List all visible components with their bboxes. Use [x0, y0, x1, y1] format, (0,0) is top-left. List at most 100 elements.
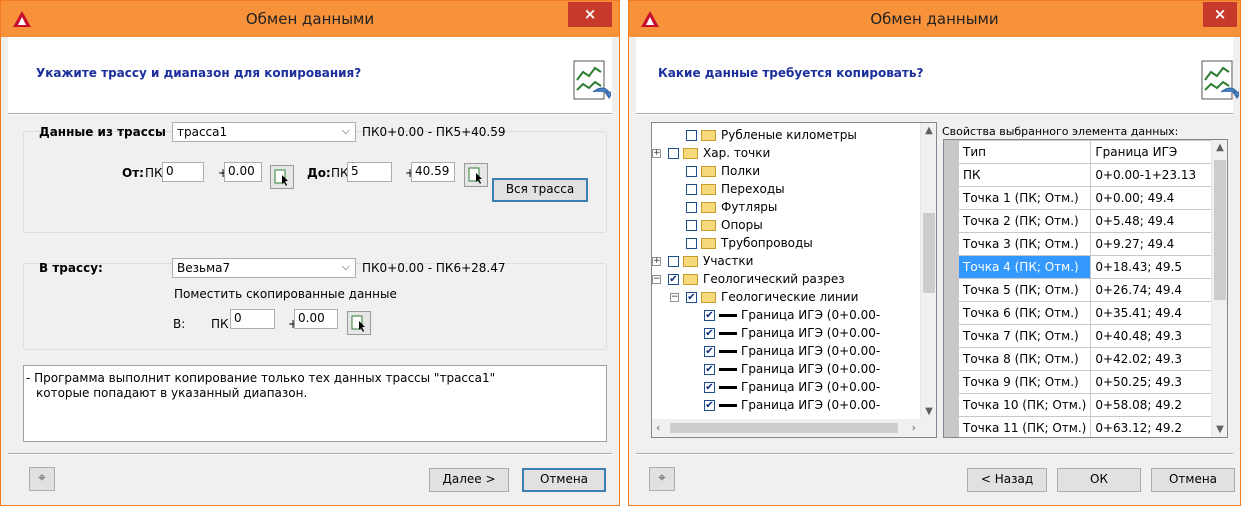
- tree-item[interactable]: ✔ Граница ИГЭ (0+0.00-: [652, 396, 916, 414]
- scroll-down-icon[interactable]: ▼: [1212, 424, 1227, 435]
- collapse-icon[interactable]: −: [670, 293, 679, 302]
- grid-vscroll[interactable]: ▲ ▼: [1211, 140, 1227, 437]
- collapse-icon[interactable]: −: [652, 275, 661, 284]
- tree-item[interactable]: Полки: [652, 162, 916, 180]
- tree-vscroll[interactable]: ▲ ▼: [920, 123, 936, 419]
- table-cell[interactable]: 0+18.43; 49.5: [1090, 255, 1213, 279]
- table-cell[interactable]: 0+5.48; 49.4: [1090, 209, 1213, 233]
- tree-checkbox[interactable]: [686, 166, 697, 177]
- pin-button[interactable]: ⌖: [29, 467, 55, 491]
- tree-item[interactable]: ✔ Граница ИГЭ (0+0.00-: [652, 342, 916, 360]
- table-row[interactable]: Точка 2 (ПК; Отм.) 0+5.48; 49.4: [957, 209, 1213, 233]
- tree-checkbox[interactable]: ✔: [704, 382, 715, 393]
- table-cell[interactable]: 0+42.02; 49.3: [1090, 347, 1213, 371]
- pick-target-button[interactable]: [347, 311, 371, 335]
- tree-checkbox[interactable]: [686, 184, 697, 195]
- table-cell[interactable]: 0+40.48; 49.3: [1090, 324, 1213, 348]
- column-header[interactable]: Тип: [957, 140, 1092, 164]
- table-cell[interactable]: ПК: [957, 163, 1092, 187]
- source-route-combo[interactable]: трасса1 ⌵: [172, 122, 356, 142]
- scroll-up-icon[interactable]: ▲: [921, 125, 936, 136]
- tree-item[interactable]: Опоры: [652, 216, 916, 234]
- table-row[interactable]: Точка 4 (ПК; Отм.) 0+18.43; 49.5: [957, 255, 1213, 279]
- table-row[interactable]: Точка 9 (ПК; Отм.) 0+50.25; 49.3: [957, 370, 1213, 394]
- to-pk-input[interactable]: 5: [347, 162, 392, 182]
- table-cell[interactable]: Точка 1 (ПК; Отм.): [957, 186, 1092, 210]
- expand-icon[interactable]: +: [652, 149, 661, 158]
- tree-checkbox[interactable]: [668, 256, 679, 267]
- tree-item[interactable]: Трубопроводы: [652, 234, 916, 252]
- target-offset-input[interactable]: 0.00: [294, 309, 338, 329]
- table-cell[interactable]: 0+35.41; 49.4: [1090, 301, 1213, 325]
- table-cell[interactable]: 0+0.00-1+23.13: [1090, 163, 1213, 187]
- scroll-down-icon[interactable]: ▼: [921, 406, 936, 417]
- data-tree[interactable]: Рубленые километры + Хар. точки Полки Перехо…: [651, 122, 937, 438]
- scroll-thumb[interactable]: [923, 213, 935, 293]
- tree-checkbox[interactable]: [686, 130, 697, 141]
- table-cell[interactable]: Точка 11 (ПК; Отм.): [957, 416, 1092, 437]
- tree-checkbox[interactable]: [668, 148, 679, 159]
- close-button[interactable]: ×: [568, 2, 612, 27]
- pin-button[interactable]: ⌖: [649, 467, 675, 491]
- target-pk-input[interactable]: 0: [230, 309, 275, 329]
- expand-icon[interactable]: +: [652, 257, 661, 266]
- cancel-button[interactable]: Отмена: [1151, 468, 1235, 492]
- table-cell[interactable]: 0+63.12; 49.2: [1090, 416, 1213, 437]
- tree-checkbox[interactable]: [686, 202, 697, 213]
- tree-checkbox[interactable]: ✔: [704, 364, 715, 375]
- cancel-button[interactable]: Отмена: [522, 468, 606, 492]
- properties-grid[interactable]: Тип Граница ИГЭ ПК 0+0.00-1+23.13 Точка 1 (П…: [943, 139, 1228, 438]
- tree-item[interactable]: Переходы: [652, 180, 916, 198]
- table-cell[interactable]: Точка 4 (ПК; Отм.): [957, 255, 1092, 279]
- tree-item[interactable]: Футляры: [652, 198, 916, 216]
- table-row[interactable]: Точка 7 (ПК; Отм.) 0+40.48; 49.3: [957, 324, 1213, 348]
- tree-checkbox[interactable]: ✔: [704, 346, 715, 357]
- tree-item[interactable]: + Участки: [652, 252, 916, 270]
- scroll-thumb[interactable]: [1214, 160, 1226, 300]
- tree-hscroll[interactable]: ‹ ›: [652, 419, 936, 437]
- table-row[interactable]: Точка 5 (ПК; Отм.) 0+26.74; 49.4: [957, 278, 1213, 302]
- tree-item[interactable]: + Хар. точки: [652, 144, 916, 162]
- table-cell[interactable]: Точка 7 (ПК; Отм.): [957, 324, 1092, 348]
- table-cell[interactable]: Точка 9 (ПК; Отм.): [957, 370, 1092, 394]
- tree-item[interactable]: − ✔ Геологический разрез: [652, 270, 916, 288]
- hscroll-thumb[interactable]: [670, 423, 898, 433]
- tree-checkbox[interactable]: ✔: [704, 400, 715, 411]
- table-cell[interactable]: 0+0.00; 49.4: [1090, 186, 1213, 210]
- table-row[interactable]: Точка 3 (ПК; Отм.) 0+9.27; 49.4: [957, 232, 1213, 256]
- tree-checkbox[interactable]: [686, 238, 697, 249]
- pick-from-button[interactable]: [270, 165, 294, 189]
- tree-item[interactable]: ✔ Граница ИГЭ (0+0.00-: [652, 378, 916, 396]
- scroll-left-icon[interactable]: ‹: [656, 421, 660, 434]
- target-route-combo[interactable]: Везьма7 ⌵: [172, 258, 356, 278]
- table-cell[interactable]: 0+26.74; 49.4: [1090, 278, 1213, 302]
- tree-item[interactable]: − ✔ Геологические линии: [652, 288, 916, 306]
- scroll-right-icon[interactable]: ›: [912, 421, 916, 434]
- pick-to-button[interactable]: [464, 163, 488, 187]
- ok-button[interactable]: ОК: [1057, 468, 1141, 492]
- table-row[interactable]: Точка 6 (ПК; Отм.) 0+35.41; 49.4: [957, 301, 1213, 325]
- table-row[interactable]: Точка 10 (ПК; Отм.) 0+58.08; 49.2: [957, 393, 1213, 417]
- tree-item[interactable]: ✔ Граница ИГЭ (0+0.00-: [652, 360, 916, 378]
- tree-checkbox[interactable]: ✔: [686, 292, 697, 303]
- from-offset-input[interactable]: 0.00: [224, 162, 262, 182]
- table-cell[interactable]: 0+50.25; 49.3: [1090, 370, 1213, 394]
- table-cell[interactable]: Точка 6 (ПК; Отм.): [957, 301, 1092, 325]
- table-cell[interactable]: Точка 8 (ПК; Отм.): [957, 347, 1092, 371]
- tree-checkbox[interactable]: ✔: [704, 328, 715, 339]
- close-button[interactable]: ×: [1203, 2, 1237, 27]
- tree-item[interactable]: ✔ Граница ИГЭ (0+0.00-: [652, 324, 916, 342]
- next-button[interactable]: Далее >: [429, 468, 509, 492]
- title-bar[interactable]: Обмен данными ×: [629, 1, 1240, 37]
- title-bar[interactable]: Обмен данными ×: [1, 1, 619, 37]
- tree-item[interactable]: Рубленые километры: [652, 126, 916, 144]
- whole-route-button[interactable]: Вся трасса: [492, 178, 588, 202]
- from-pk-input[interactable]: 0: [162, 162, 204, 182]
- table-cell[interactable]: Точка 3 (ПК; Отм.): [957, 232, 1092, 256]
- table-cell[interactable]: Точка 2 (ПК; Отм.): [957, 209, 1092, 233]
- table-row[interactable]: Точка 1 (ПК; Отм.) 0+0.00; 49.4: [957, 186, 1213, 210]
- table-row[interactable]: Точка 8 (ПК; Отм.) 0+42.02; 49.3: [957, 347, 1213, 371]
- table-cell[interactable]: Точка 5 (ПК; Отм.): [957, 278, 1092, 302]
- table-row[interactable]: Точка 11 (ПК; Отм.) 0+63.12; 49.2: [957, 416, 1213, 437]
- table-cell[interactable]: Точка 10 (ПК; Отм.): [957, 393, 1092, 417]
